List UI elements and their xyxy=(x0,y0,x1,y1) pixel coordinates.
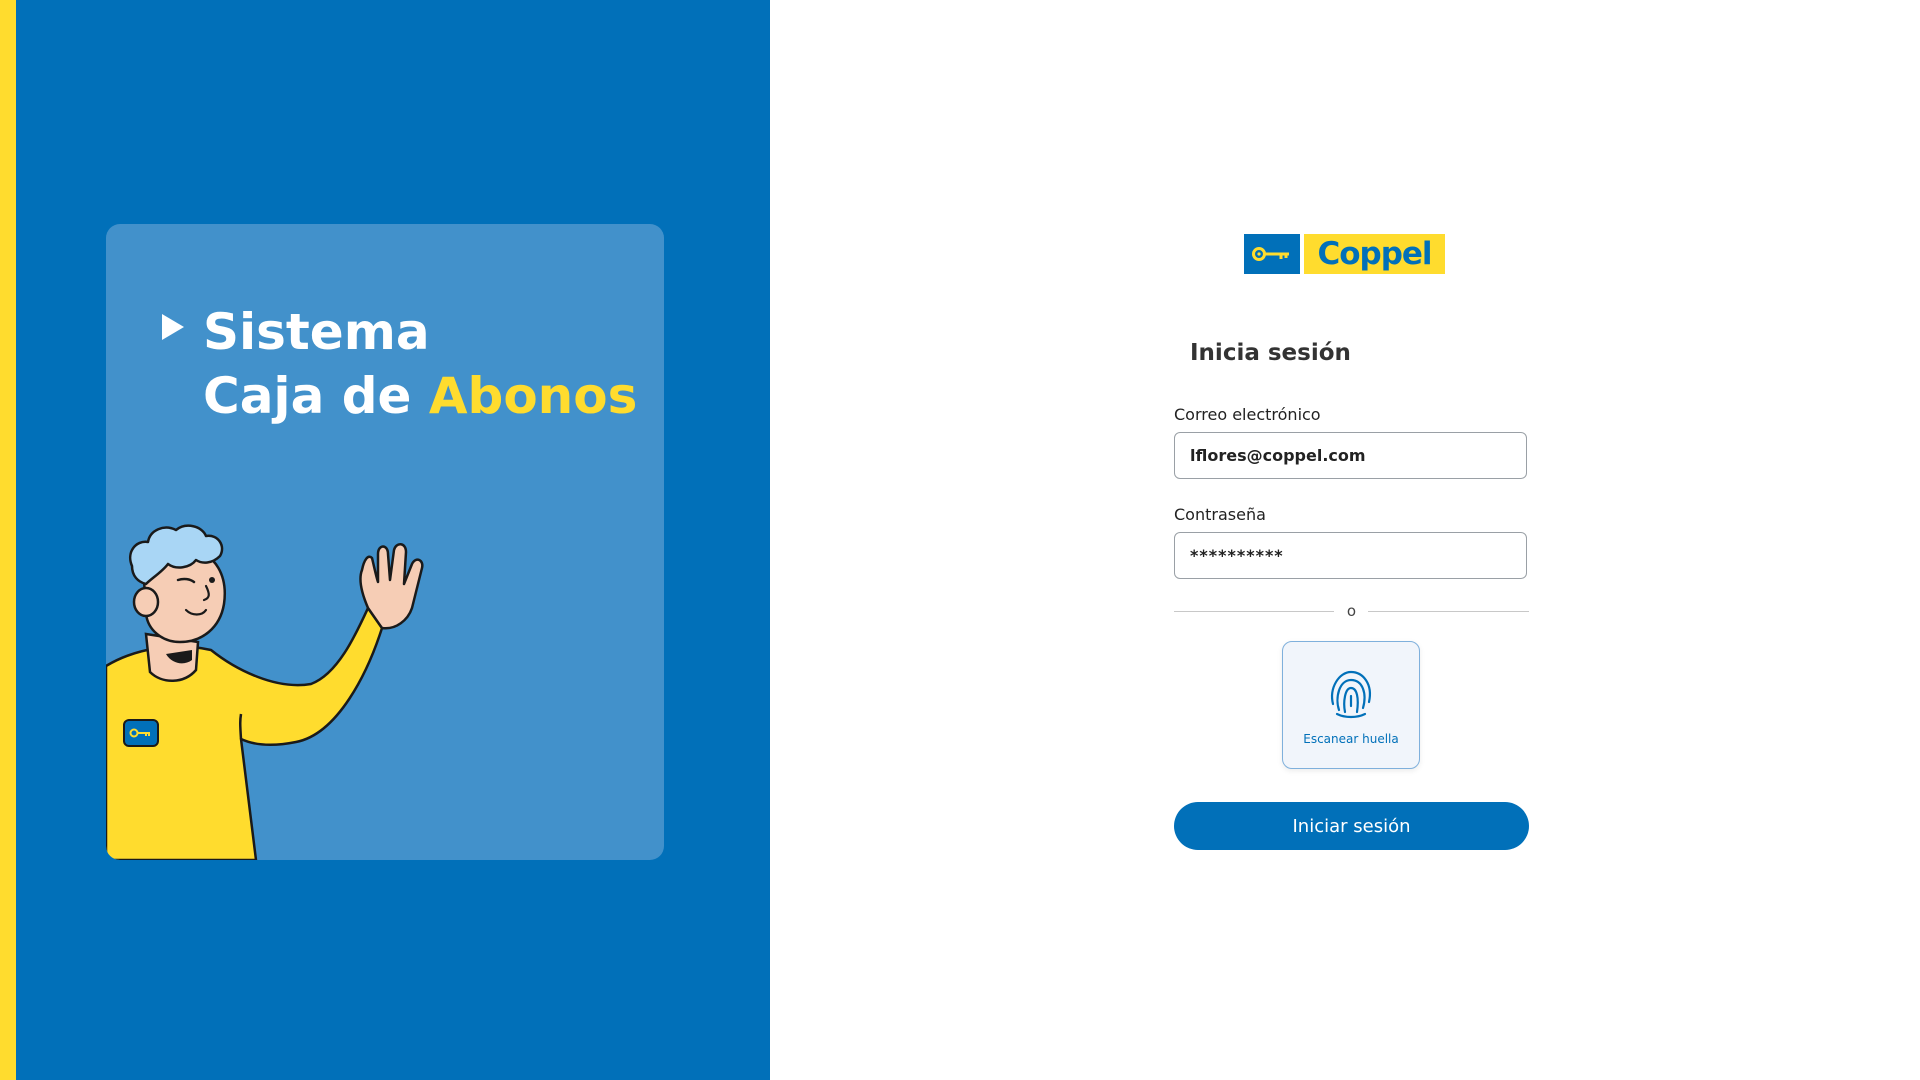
branding-panel: Sistema Caja de Abonos xyxy=(16,0,770,1080)
password-field[interactable] xyxy=(1174,532,1527,579)
email-label: Correo electrónico xyxy=(1174,405,1321,424)
hero-title-line1: Sistema xyxy=(203,303,430,361)
hero-title-prefix: Caja de xyxy=(203,367,429,425)
waving-mascot-illustration xyxy=(106,524,424,860)
coppel-logo: Coppel xyxy=(1244,234,1449,276)
login-title: Inicia sesión xyxy=(1190,340,1351,366)
accent-stripe xyxy=(0,0,16,1080)
logo-wordmark: Coppel xyxy=(1304,234,1445,274)
password-label: Contraseña xyxy=(1174,505,1266,524)
scan-label: Escanear huella xyxy=(1303,732,1399,746)
email-field[interactable] xyxy=(1174,432,1527,479)
hero-title-line2: Caja de Abonos xyxy=(203,364,637,428)
login-button[interactable]: Iniciar sesión xyxy=(1174,802,1529,850)
or-divider: o xyxy=(1174,602,1529,620)
divider-text: o xyxy=(1346,602,1357,620)
play-arrow-icon xyxy=(162,314,184,340)
hero-card: Sistema Caja de Abonos xyxy=(106,224,664,860)
hero-title: Sistema Caja de Abonos xyxy=(203,300,637,428)
login-page: Sistema Caja de Abonos Coppel Inicia ses… xyxy=(0,0,1920,1080)
hero-title-accent: Abonos xyxy=(428,367,638,425)
fingerprint-icon xyxy=(1331,670,1371,719)
scan-fingerprint-button[interactable]: Escanear huella xyxy=(1282,641,1420,769)
key-icon xyxy=(1244,234,1300,274)
divider-line-right xyxy=(1368,611,1529,612)
divider-line-left xyxy=(1174,611,1334,612)
